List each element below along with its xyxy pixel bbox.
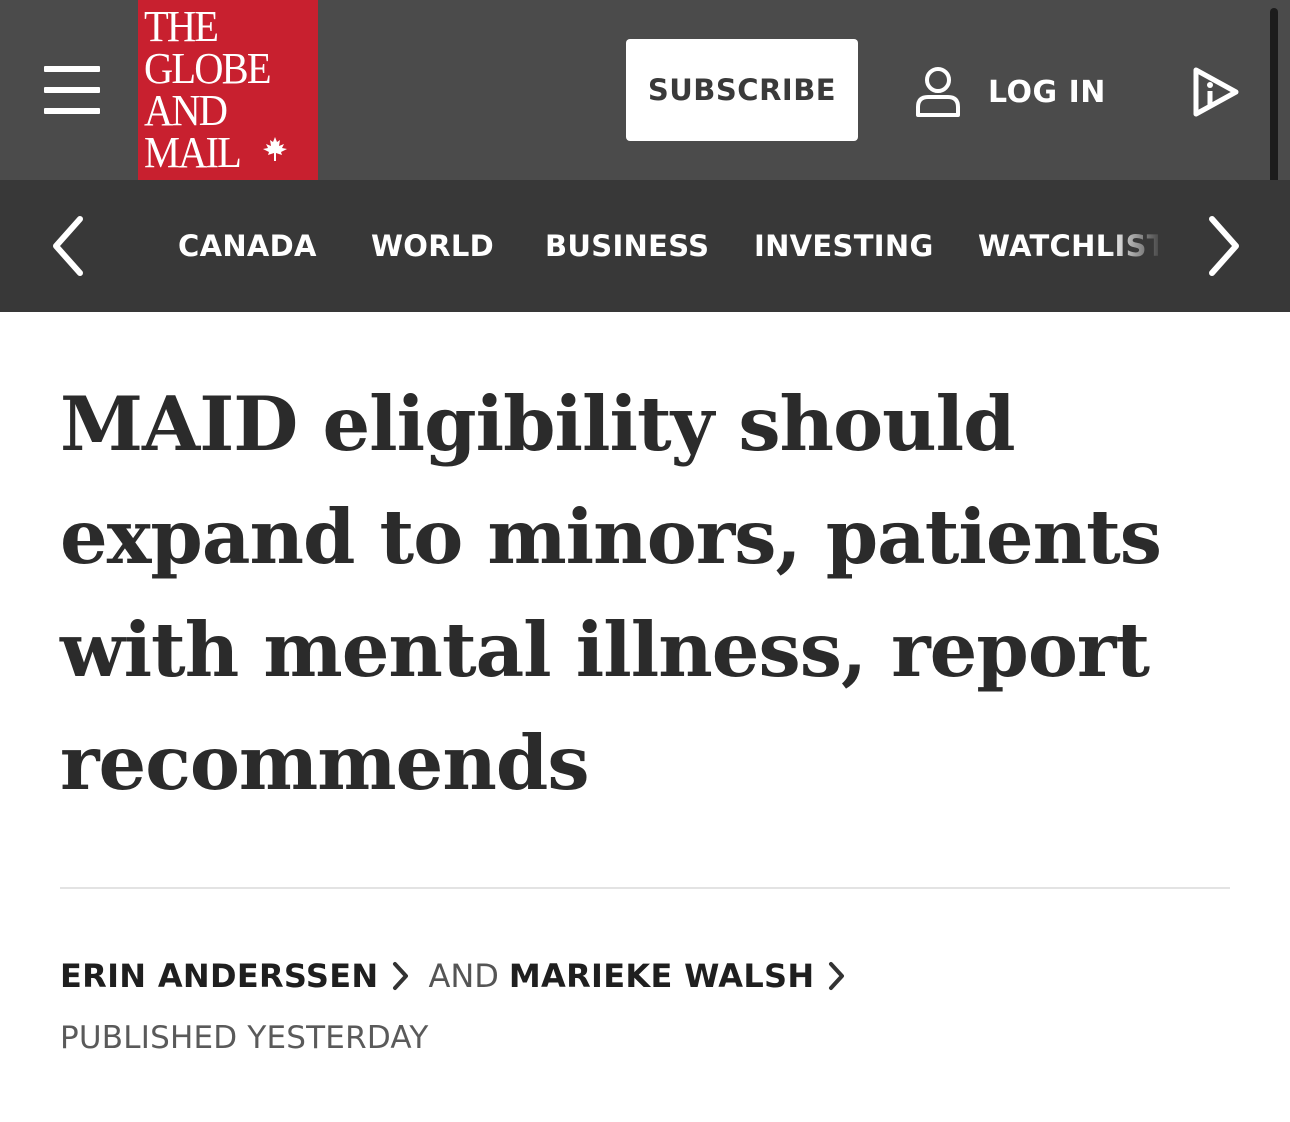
subscribe-button[interactable]: SUBSCRIBE: [626, 39, 858, 141]
published-date: PUBLISHED YESTERDAY: [60, 1020, 429, 1056]
user-icon: [916, 67, 960, 117]
nav-item-business[interactable]: BUSINESS: [545, 180, 709, 312]
globe-and-mail-logo[interactable]: THE GLOBE AND MAIL: [138, 0, 318, 180]
chevron-right-icon[interactable]: [1204, 215, 1244, 277]
play-video-icon[interactable]: [1190, 66, 1242, 118]
chevron-right-icon: [829, 962, 845, 990]
logo-line: GLOBE: [144, 44, 272, 93]
logo-line: THE: [144, 2, 219, 51]
byline: ERIN ANDERSSEN AND MARIEKE WALSH: [60, 950, 864, 1002]
author-link[interactable]: ERIN ANDERSSEN: [60, 957, 378, 995]
chevron-right-icon: [393, 962, 409, 990]
divider: [60, 887, 1230, 889]
logo-line: MAIL: [144, 128, 242, 177]
hamburger-menu-icon: [44, 66, 100, 72]
chevron-left-icon[interactable]: [48, 215, 88, 277]
maple-leaf-icon: [263, 137, 287, 161]
byline-conjunction: AND: [428, 957, 499, 995]
nav-items: CANADA WORLD BUSINESS INVESTING WATCHLIS…: [178, 180, 1158, 312]
login-button[interactable]: LOG IN: [914, 62, 1106, 122]
nav-item-world[interactable]: WORLD: [371, 180, 494, 312]
article-headline: MAID eligibility should expand to minors…: [60, 380, 1162, 807]
logo-line: AND: [144, 86, 228, 135]
menu-button[interactable]: [44, 66, 100, 114]
nav-item-investing[interactable]: INVESTING: [754, 180, 934, 312]
author-link[interactable]: MARIEKE WALSH: [509, 957, 815, 995]
nav-fade: [1108, 180, 1164, 312]
nav-item-canada[interactable]: CANADA: [178, 180, 317, 312]
login-label: LOG IN: [988, 74, 1106, 110]
